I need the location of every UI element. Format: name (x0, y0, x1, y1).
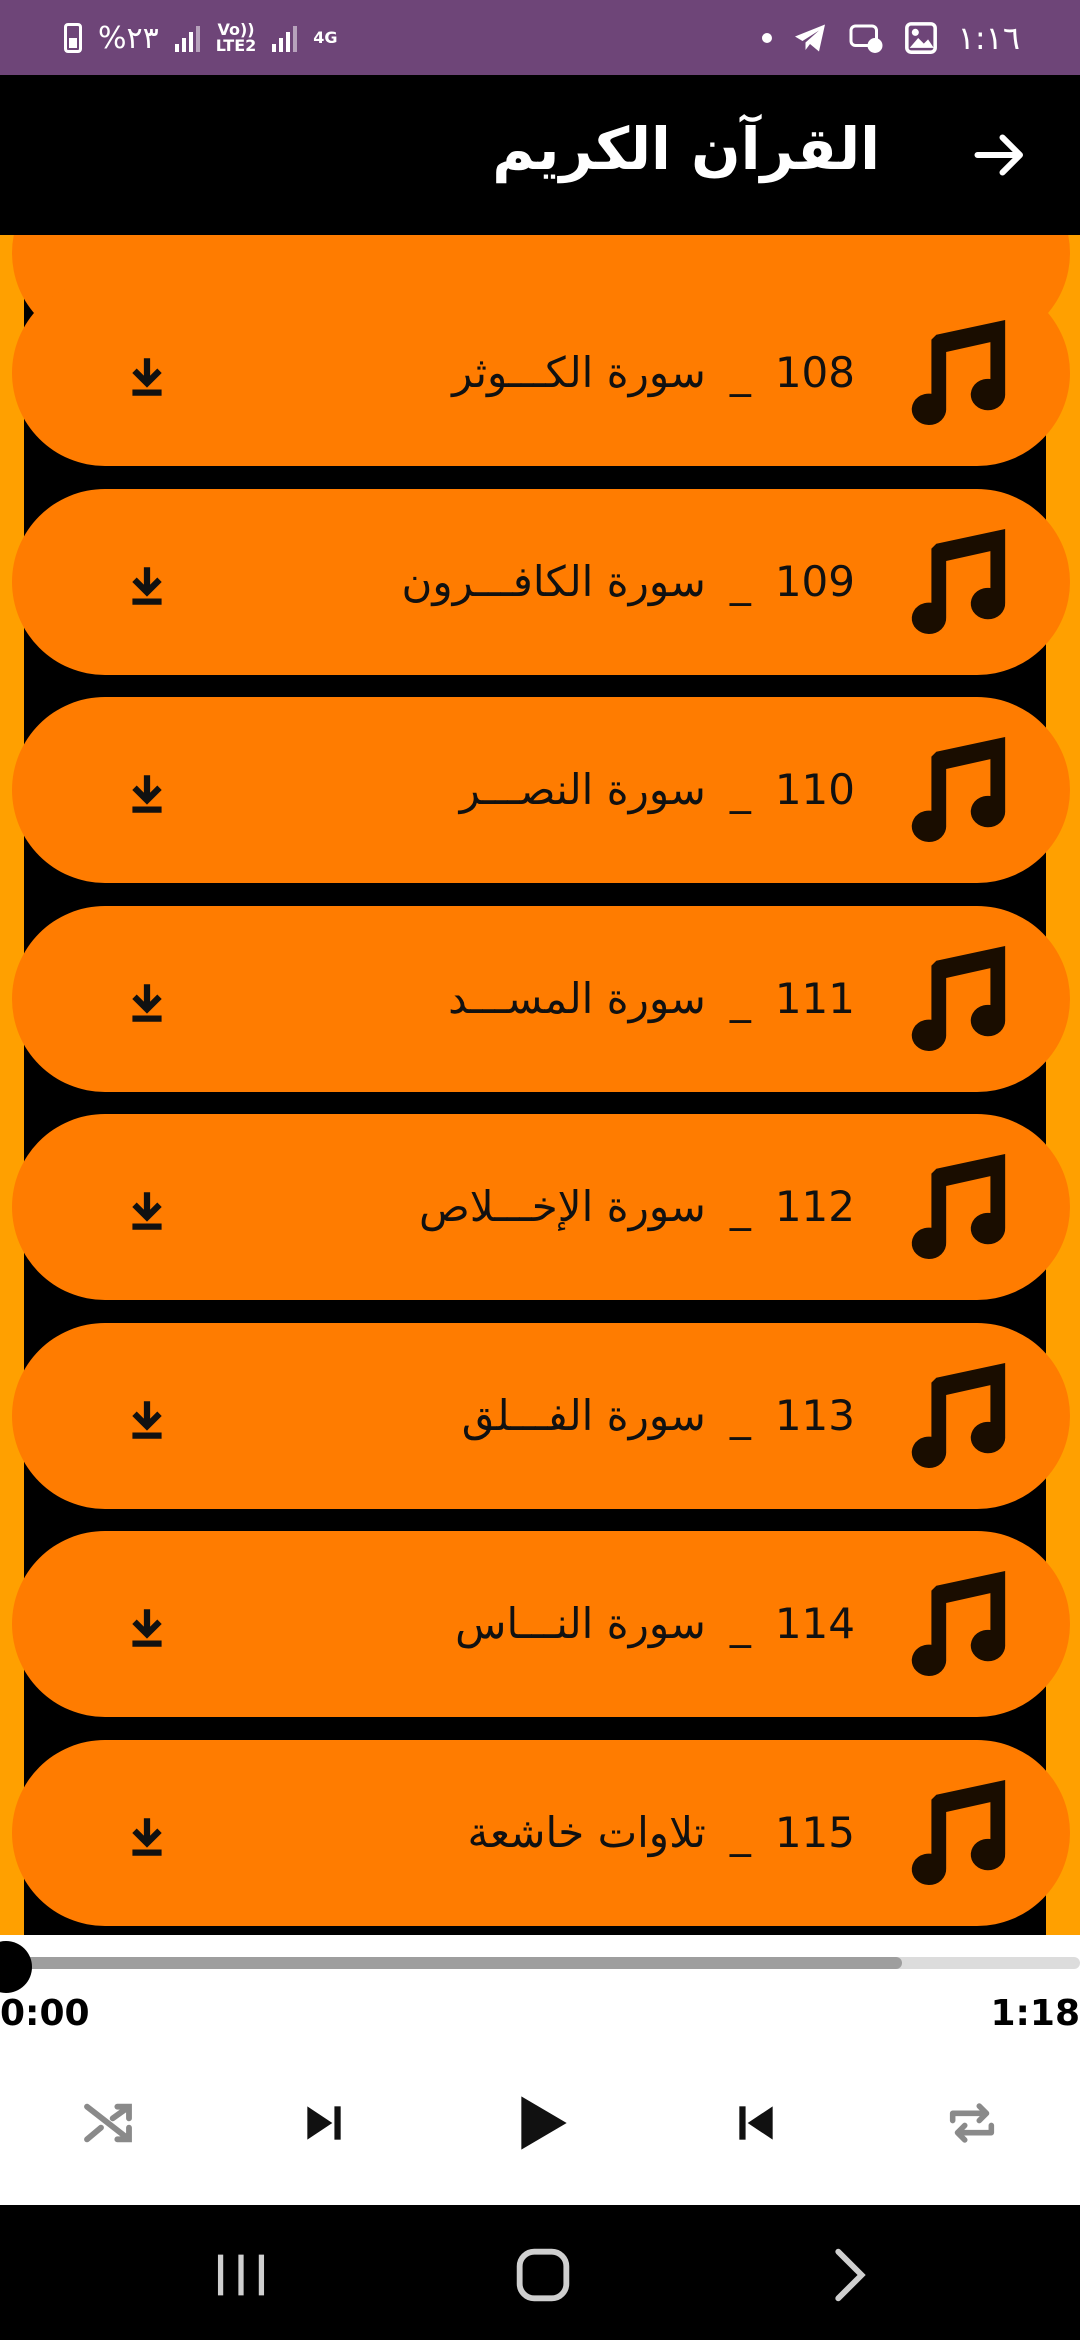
repeat-icon (949, 2103, 995, 2143)
back-icon[interactable] (812, 2240, 882, 2310)
battery-level: %٢٣ (98, 20, 159, 56)
play-icon (521, 2096, 567, 2150)
item-name: سورة المســـد (448, 973, 706, 1023)
next-button[interactable] (284, 2083, 364, 2163)
download-icon[interactable] (122, 1395, 172, 1445)
item-separator: _ (729, 556, 751, 606)
music-note-icon (897, 1154, 1015, 1264)
seek-thumb[interactable] (0, 1941, 32, 1993)
status-left-group: %٢٣ Vo)) LTE2 4G (64, 14, 338, 62)
music-note-icon (897, 737, 1015, 847)
item-title: سورة الإخـــلاص _ 112 (419, 1164, 855, 1250)
download-icon[interactable] (122, 978, 172, 1028)
item-number: 114 (774, 1599, 855, 1648)
list-item[interactable]: سورة المســـد _ 111 (12, 905, 1070, 1092)
messenger-icon (849, 24, 883, 53)
item-name: تلاوات خاشعة (467, 1807, 706, 1857)
download-icon[interactable] (122, 1812, 172, 1862)
item-number: 115 (774, 1807, 855, 1857)
music-note-icon (897, 1571, 1015, 1681)
item-title: سورة الكافـــرون _ 109 (402, 539, 855, 625)
recent-apps-icon[interactable] (206, 2240, 276, 2310)
download-icon[interactable] (122, 1603, 172, 1653)
item-number: 108 (774, 348, 855, 397)
network-type: 4G (313, 28, 338, 47)
list-item[interactable]: سورة الكافـــرون _ 109 (12, 488, 1070, 675)
item-separator: _ (729, 348, 751, 397)
skip-previous-icon (739, 2106, 773, 2140)
item-separator: _ (729, 765, 751, 814)
item-name: سورة النـــاس (455, 1599, 706, 1648)
signal-icon (174, 24, 200, 52)
shuffle-button[interactable] (68, 2083, 148, 2163)
previous-button[interactable] (716, 2083, 796, 2163)
download-icon[interactable] (122, 1186, 172, 1236)
item-number: 113 (774, 1390, 855, 1440)
background-stripe (0, 235, 24, 1935)
shuffle-icon (84, 2103, 132, 2143)
music-note-icon (897, 528, 1015, 639)
item-title: سورة النصـــر _ 110 (460, 747, 855, 833)
system-nav-bar (0, 2205, 1080, 2340)
item-title: سورة الكـــوثر _ 108 (452, 330, 855, 416)
home-icon[interactable] (508, 2240, 578, 2310)
download-icon[interactable] (122, 769, 172, 819)
item-title: تلاوات خاشعة _ 115 (468, 1790, 856, 1876)
list-item[interactable]: سورة الإخـــلاص _ 112 (12, 1114, 1070, 1300)
repeat-button[interactable] (932, 2083, 1012, 2163)
surah-list[interactable]: سورة الكـــوثر _ 108 سورة الكافـــرون _ 109 سو… (0, 235, 1080, 1935)
download-icon[interactable] (122, 352, 172, 402)
item-name: سورة النصـــر (459, 765, 706, 814)
list-item[interactable]: سورة الكـــوثر _ 108 (12, 280, 1070, 466)
item-separator: _ (729, 1182, 751, 1231)
notification-dot-icon (761, 33, 772, 43)
music-note-icon (897, 945, 1015, 1056)
item-separator: _ (729, 973, 751, 1023)
page-title: القرآن الكريم (492, 115, 880, 183)
music-note-icon (897, 1362, 1015, 1473)
audio-player: 0:00 1:18 (0, 1935, 1080, 2205)
item-number: 112 (774, 1182, 855, 1231)
item-separator: _ (729, 1390, 751, 1440)
music-note-icon (897, 320, 1015, 430)
list-item[interactable]: سورة النـــاس _ 114 (12, 1531, 1070, 1717)
list-item[interactable]: سورة النصـــر _ 110 (12, 697, 1070, 883)
item-name: سورة الفـــلق (461, 1390, 706, 1440)
item-separator: _ (729, 1599, 751, 1648)
download-icon[interactable] (122, 561, 172, 611)
item-title: سورة النـــاس _ 114 (455, 1581, 855, 1667)
seek-buffered (0, 1957, 902, 1969)
item-separator: _ (729, 1807, 751, 1857)
volte-indicator: Vo)) LTE2 (216, 22, 257, 54)
item-name: سورة الكافـــرون (401, 556, 706, 606)
item-name: سورة الكـــوثر (452, 348, 706, 397)
duration: 1:18 (990, 1993, 1080, 2034)
play-button[interactable] (500, 2083, 580, 2163)
item-number: 110 (774, 765, 855, 814)
list-item[interactable]: سورة الفـــلق _ 113 (12, 1322, 1070, 1509)
app-bar: القرآن الكريم (0, 75, 1080, 235)
gallery-icon (904, 22, 937, 54)
list-item[interactable]: تلاوات خاشعة _ 115 (12, 1739, 1070, 1926)
signal-icon-2 (272, 24, 298, 52)
status-right-group: ١:١٦ (761, 14, 1020, 62)
current-time: 0:00 (0, 1993, 90, 2034)
clock: ١:١٦ (957, 19, 1020, 57)
item-number: 109 (774, 556, 855, 606)
item-number: 111 (774, 973, 855, 1023)
item-title: سورة المســـد _ 111 (448, 956, 855, 1042)
item-name: سورة الإخـــلاص (418, 1182, 706, 1231)
back-arrow-icon[interactable] (970, 125, 1030, 185)
battery-icon (64, 23, 82, 53)
item-title: سورة الفـــلق _ 113 (462, 1373, 855, 1459)
lte-label: LTE2 (215, 36, 257, 55)
skip-next-icon (307, 2106, 341, 2140)
music-note-icon (897, 1779, 1015, 1890)
telegram-icon (794, 24, 825, 52)
status-bar: %٢٣ Vo)) LTE2 4G ١:١٦ (0, 0, 1080, 75)
